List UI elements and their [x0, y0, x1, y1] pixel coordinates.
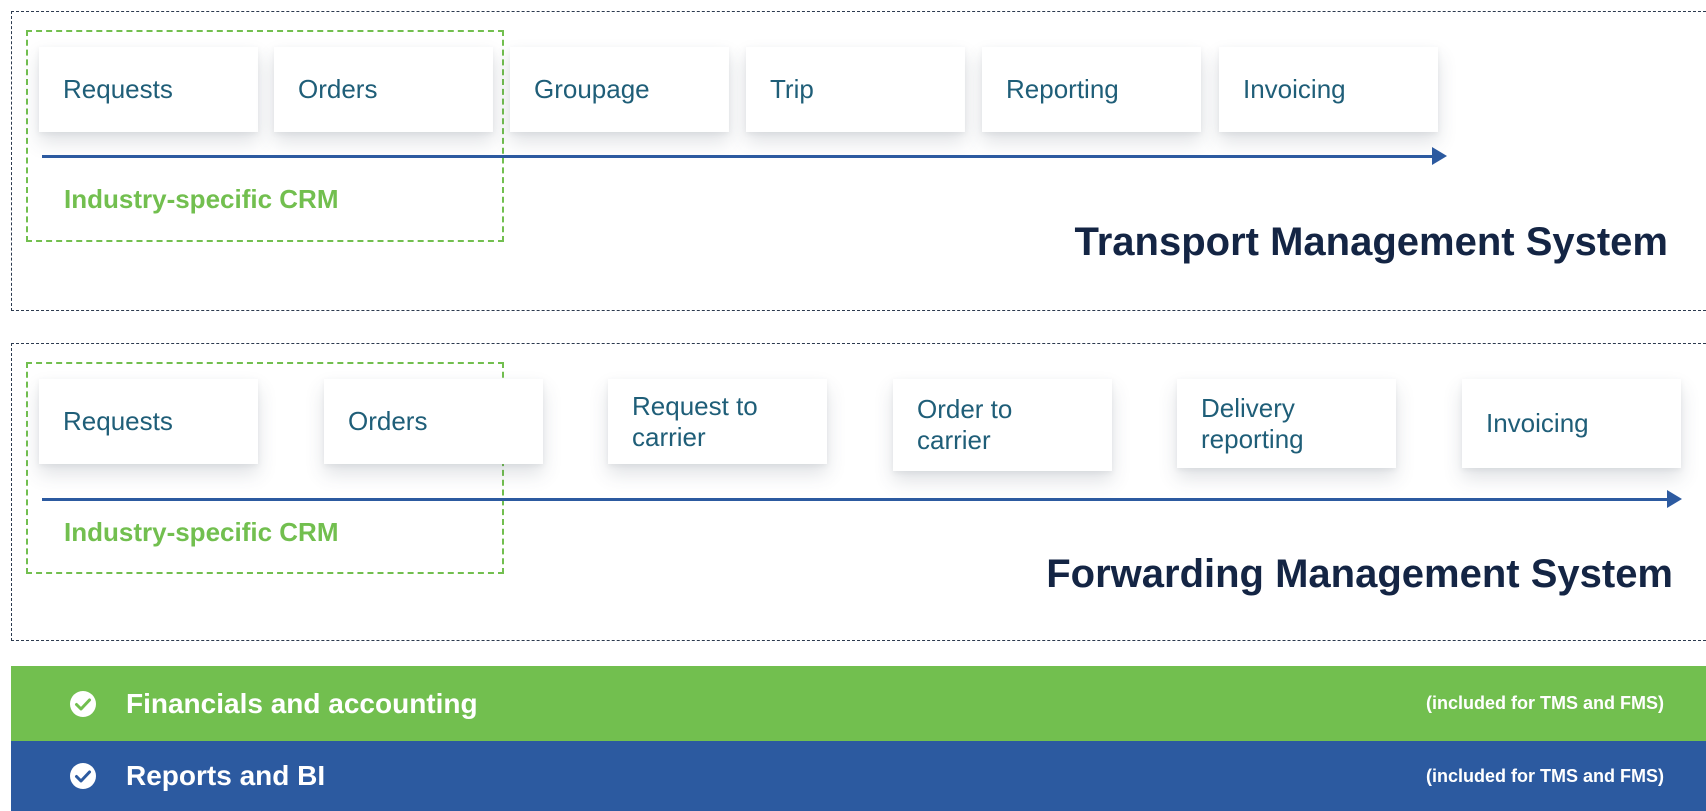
tms-crm-label: Industry-specific CRM	[64, 184, 339, 214]
reports-bar: Reports and BI (included for TMS and FMS…	[11, 741, 1706, 811]
fms-step-invoicing: Invoicing	[1462, 379, 1681, 468]
fms-arrow-head-icon	[1667, 490, 1682, 508]
tms-step-trip: Trip	[746, 47, 965, 132]
fms-title: Forwarding Management System	[1046, 552, 1673, 596]
tms-step-requests: Requests	[39, 47, 258, 132]
fms-step-delivery-reporting: Delivery reporting	[1177, 379, 1396, 468]
tms-step-orders: Orders	[274, 47, 493, 132]
financials-label: Financials and accounting	[126, 687, 478, 719]
tms-step-groupage: Groupage	[510, 47, 729, 132]
fms-process-arrow	[42, 498, 1667, 501]
fms-step-request-to-carrier: Request to carrier	[608, 379, 827, 464]
check-circle-icon	[68, 689, 98, 719]
fms-step-orders: Orders	[324, 379, 543, 464]
reports-note: (included for TMS and FMS)	[1426, 765, 1664, 786]
diagram-canvas: Requests Orders Groupage Trip Reporting …	[0, 0, 1706, 811]
reports-label: Reports and BI	[126, 760, 326, 791]
fms-crm-label: Industry-specific CRM	[64, 517, 339, 547]
tms-arrow-head-icon	[1432, 147, 1447, 165]
fms-step-order-to-carrier: Order to carrier	[893, 379, 1112, 471]
tms-step-invoicing: Invoicing	[1219, 47, 1438, 132]
fms-step-requests: Requests	[39, 379, 258, 464]
tms-title: Transport Management System	[1074, 220, 1669, 264]
tms-step-reporting: Reporting	[982, 47, 1201, 132]
financials-bar: Financials and accounting (included for …	[11, 666, 1706, 741]
check-circle-icon	[68, 761, 98, 791]
financials-note: (included for TMS and FMS)	[1426, 693, 1664, 713]
tms-process-arrow	[42, 155, 1432, 158]
